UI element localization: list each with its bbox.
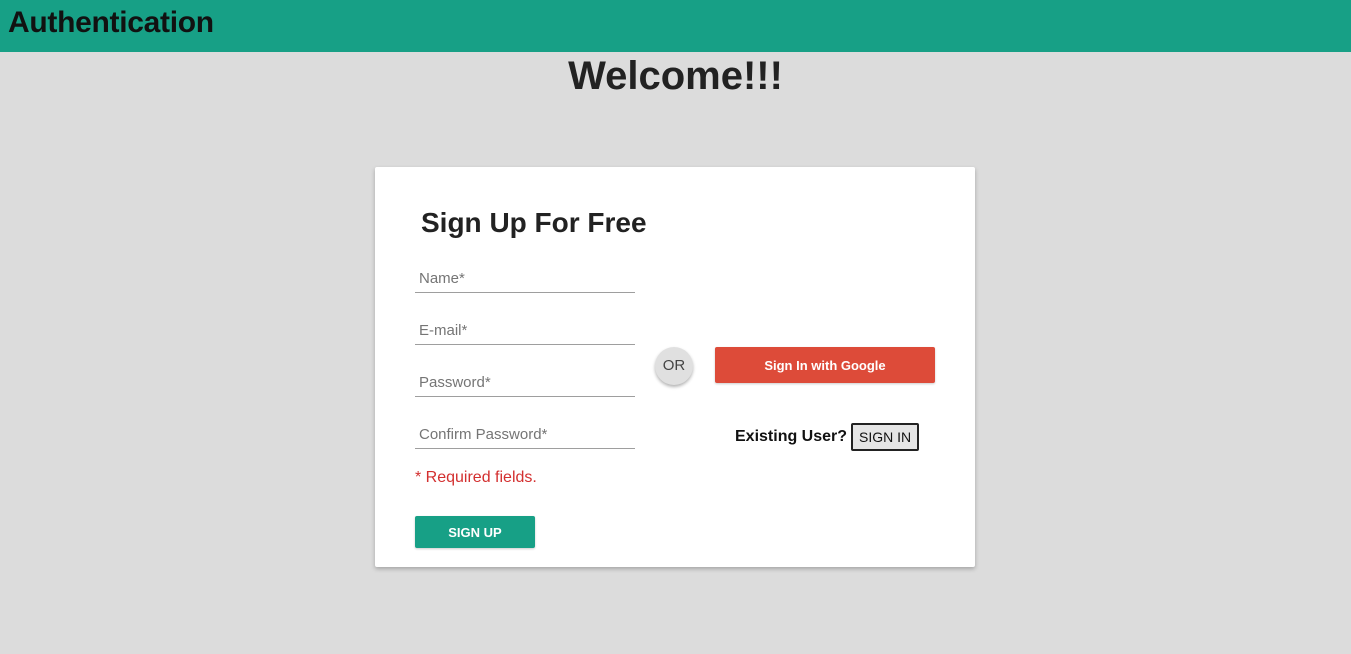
- form-title: Sign Up For Free: [421, 207, 647, 238]
- existing-user-row: Existing User? SIGN IN: [735, 423, 920, 451]
- sign-up-button[interactable]: SIGN UP: [415, 516, 535, 548]
- app-title: Authentication: [8, 6, 214, 39]
- email-field[interactable]: [415, 317, 635, 345]
- existing-user-label: Existing User?: [735, 428, 848, 445]
- required-fields-note: * Required fields.: [415, 469, 537, 486]
- password-field[interactable]: [415, 369, 635, 397]
- or-divider: OR: [655, 347, 693, 385]
- confirm-password-field[interactable]: [415, 421, 635, 449]
- welcome-heading: Welcome!!!: [568, 54, 783, 98]
- sign-in-button[interactable]: SIGN IN: [851, 423, 920, 451]
- signup-card: Sign Up For Free * Required fields. SIGN…: [375, 167, 975, 567]
- google-sign-in-button[interactable]: Sign In with Google: [715, 347, 935, 383]
- name-field[interactable]: [415, 265, 635, 293]
- app-header: Authentication: [0, 0, 1351, 52]
